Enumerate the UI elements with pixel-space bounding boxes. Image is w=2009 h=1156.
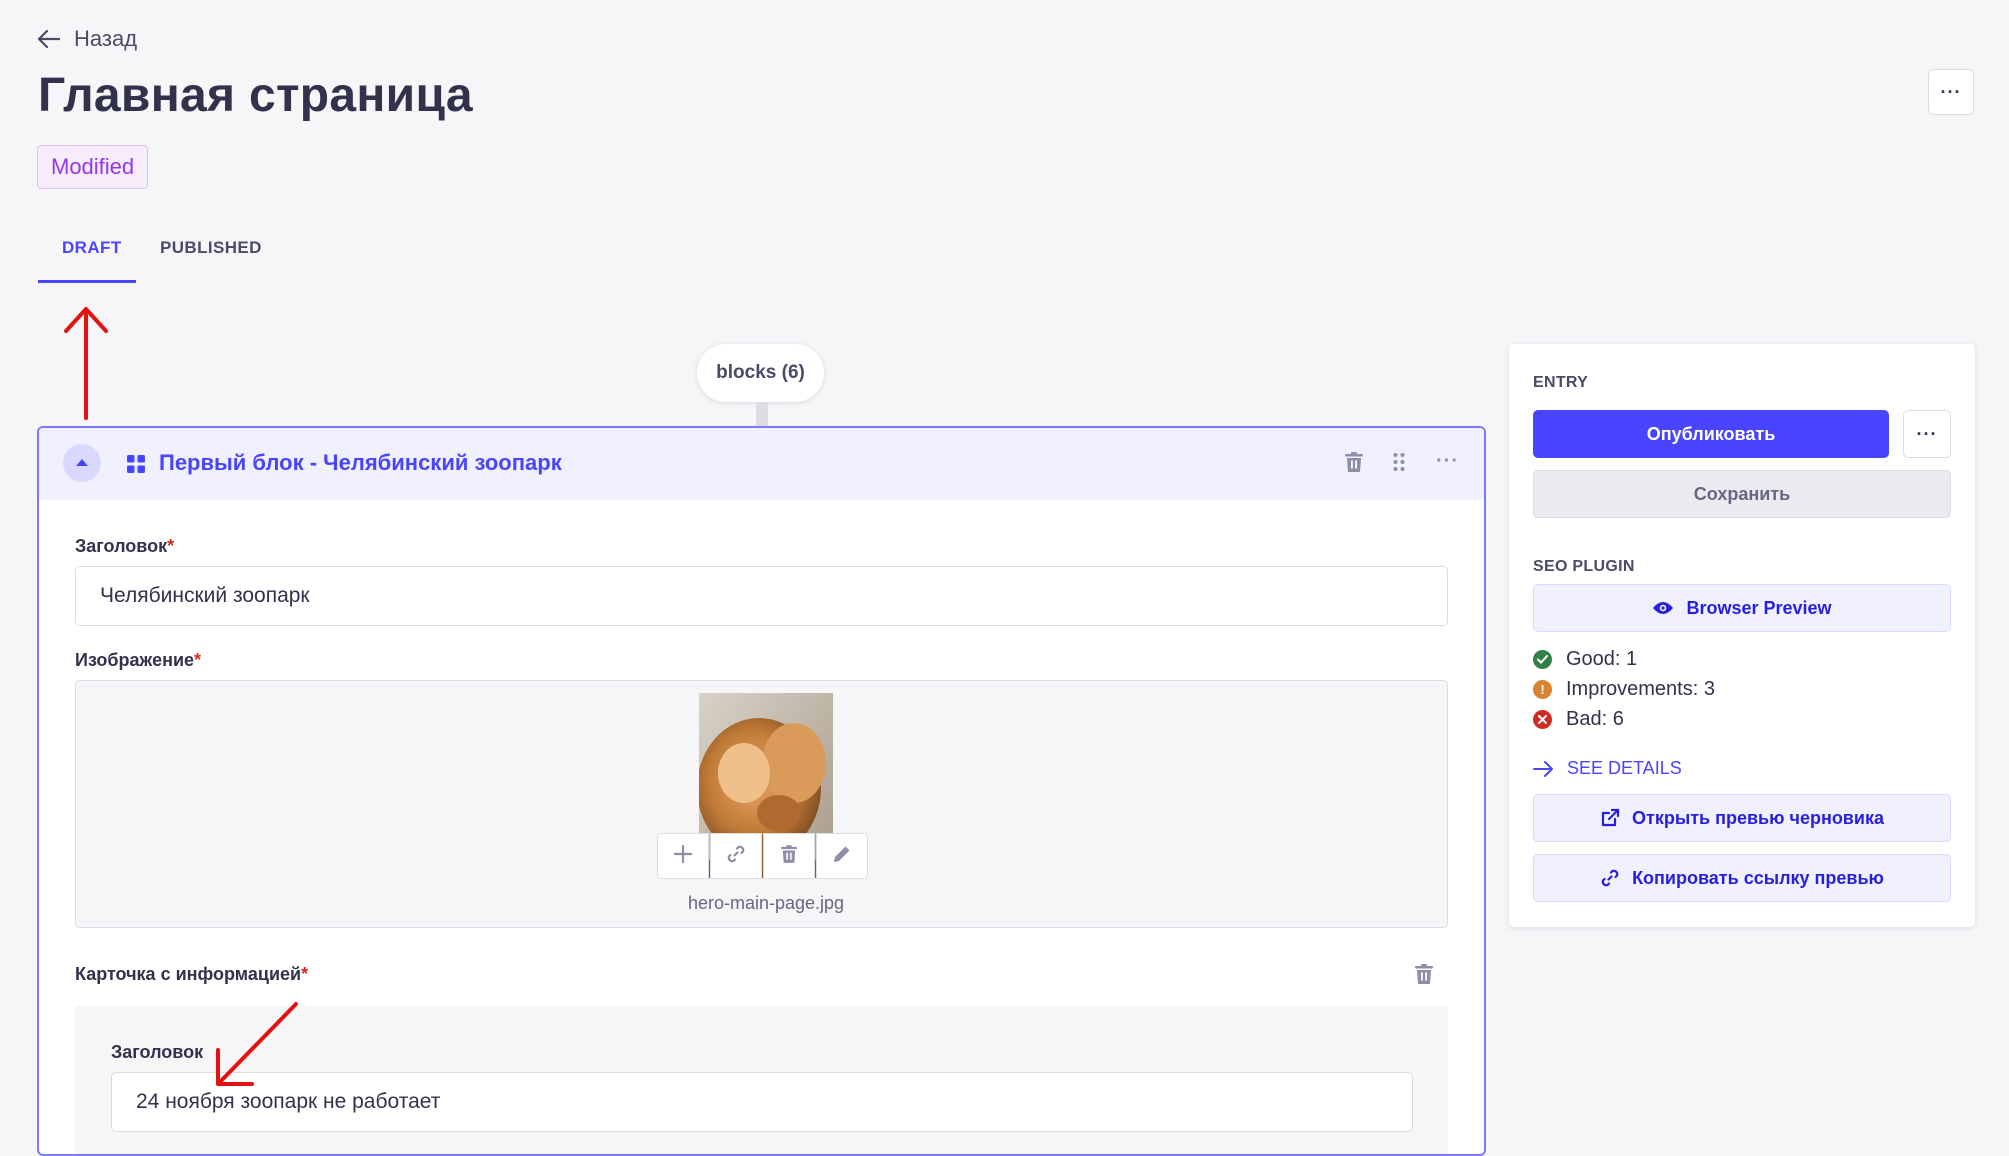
save-button[interactable]: Сохранить [1533,470,1951,518]
active-tab-indicator [38,280,136,283]
link-icon [726,844,746,869]
info-title-input[interactable]: 24 ноября зоопарк не работает [111,1072,1413,1132]
trash-icon[interactable] [1415,964,1433,984]
entry-sidebar: ENTRY Опубликовать ··· Сохранить SEO PLU… [1509,344,1975,927]
browser-preview-button[interactable]: Browser Preview [1533,584,1951,632]
page-more-button[interactable]: ··· [1928,69,1974,115]
trash-icon [781,844,797,868]
seo-heading: SEO PLUGIN [1533,558,1635,575]
open-draft-preview-button[interactable]: Открыть превью черновика [1533,794,1951,842]
publish-button[interactable]: Опубликовать [1533,410,1889,458]
seo-good-stat: Good: 1 [1533,648,1637,671]
copy-image-link-button[interactable] [710,833,762,879]
link-icon [1600,868,1620,888]
pill-connector [756,402,768,426]
image-field-label: Изображение* [75,650,202,670]
info-card-label: Карточка с информацией* [75,964,309,984]
add-image-button[interactable] [657,833,709,879]
title-field-label: Заголовок* [75,536,175,556]
info-title-label: Заголовок [111,1042,204,1062]
back-label: Назад [74,26,138,51]
more-icon[interactable]: ··· [1436,450,1459,473]
entry-heading: ENTRY [1533,374,1589,391]
collapse-button[interactable] [63,444,101,482]
block-title: Первый блок - Челябинский зоопарк [159,450,562,475]
delete-image-button[interactable] [763,833,815,879]
copy-preview-link-button[interactable]: Копировать ссылку превью [1533,854,1951,902]
edit-image-button[interactable] [816,833,868,879]
arrow-right-icon [1533,760,1553,777]
arrow-left-icon [38,30,60,48]
eye-icon [1652,601,1674,615]
block-card-header[interactable]: Первый блок - Челябинский зоопарк ··· [39,428,1484,500]
title-input[interactable]: Челябинский зоопарк [75,566,1448,626]
exclamation-circle-icon: ! [1533,680,1552,699]
external-link-icon [1600,808,1620,828]
more-icon: ··· [1916,423,1938,444]
see-details-link[interactable]: SEE DETAILS [1533,758,1682,779]
more-icon: ··· [1940,81,1962,102]
seo-bad-stat: Bad: 6 [1533,708,1624,731]
image-filename: hero-main-page.jpg [687,893,845,913]
image-media-box[interactable]: hero-main-page.jpg [75,680,1448,928]
status-badge: Modified [37,145,149,189]
annotation-arrow-up [64,307,108,420]
pencil-icon [833,845,851,868]
back-link[interactable]: Назад [38,26,137,52]
grid-icon [127,455,145,473]
block-card: Первый блок - Челябинский зоопарк ··· За… [37,426,1486,1156]
publish-more-button[interactable]: ··· [1903,410,1951,458]
trash-icon[interactable] [1345,452,1363,472]
tab-published[interactable]: PUBLISHED [160,238,262,258]
chevron-up-icon [75,454,89,472]
blocks-count-pill[interactable]: blocks (6) [697,344,824,402]
plus-icon [673,844,693,868]
drag-icon[interactable] [1393,452,1405,472]
seo-improvements-stat: ! Improvements: 3 [1533,678,1715,701]
check-circle-icon [1533,650,1552,669]
tab-draft[interactable]: DRAFT [62,238,122,258]
page-title: Главная страница [38,69,473,122]
cross-circle-icon [1533,710,1552,729]
image-toolbar [657,833,869,879]
